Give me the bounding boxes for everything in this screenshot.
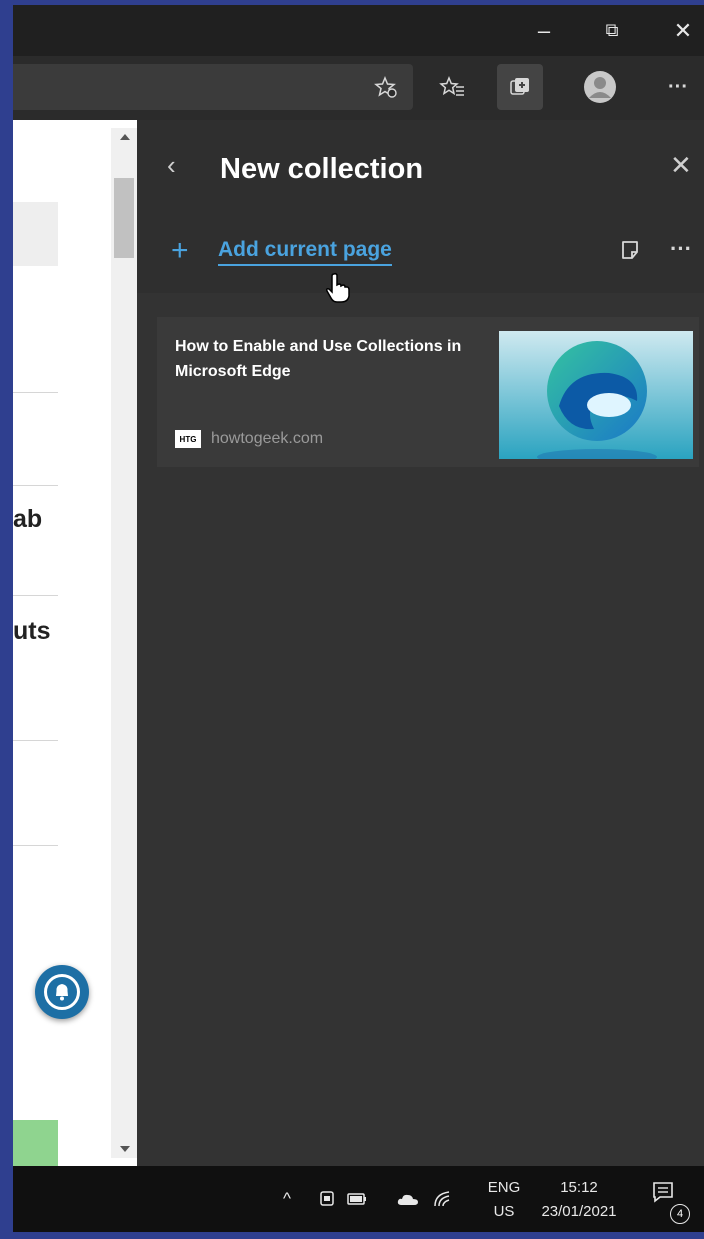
notification-icon (653, 1182, 673, 1203)
star-plus-icon (374, 76, 397, 98)
divider (13, 740, 58, 741)
clock[interactable]: 15:12 23/01/2021 (532, 1176, 626, 1224)
restore-icon: ⧉ (605, 20, 619, 40)
divider (13, 392, 58, 393)
onedrive-button[interactable] (397, 1166, 419, 1232)
chevron-up-icon: ^ (283, 1189, 291, 1208)
collection-item-source: HTG howtogeek.com (175, 430, 323, 448)
minimize-icon: – (537, 17, 551, 43)
bell-icon (56, 984, 68, 1001)
collections-button[interactable] (497, 64, 543, 110)
page-scrollbar[interactable] (111, 128, 137, 1158)
collections-icon (510, 78, 529, 95)
title-bar: – ⧉ ✕ (13, 5, 704, 56)
more-icon: ··· (670, 236, 692, 261)
close-panel-button[interactable]: ✕ (670, 150, 692, 181)
note-icon (622, 241, 638, 259)
show-hidden-icons-button[interactable]: ^ (283, 1166, 291, 1232)
meet-now-button[interactable] (318, 1166, 336, 1232)
divider (13, 485, 58, 486)
profile-avatar-icon (584, 71, 616, 103)
add-current-page-link[interactable]: Add current page (218, 238, 392, 266)
collection-item-card[interactable]: How to Enable and Use Collections in Mic… (157, 317, 699, 467)
scrollbar-thumb[interactable] (114, 178, 134, 258)
page-green-block (13, 1120, 58, 1166)
clock-time: 15:12 (560, 1179, 598, 1196)
plus-icon[interactable]: + (171, 236, 189, 266)
webpage-content: ab uts (13, 120, 137, 1166)
back-button[interactable]: ‹ (167, 150, 176, 181)
favorites-list-icon (439, 76, 464, 96)
action-center-button[interactable] (651, 1180, 675, 1209)
collections-panel: ‹ New collection ✕ + Add current page ··… (137, 120, 704, 1166)
add-note-button[interactable] (619, 239, 641, 266)
collection-item-title: How to Enable and Use Collections in Mic… (175, 338, 462, 380)
browser-toolbar: ··· (13, 56, 704, 120)
hand-cursor-icon (325, 272, 351, 309)
battery-icon (347, 1193, 366, 1205)
heading-fragment: uts (13, 617, 51, 645)
meet-now-icon (320, 1191, 334, 1206)
page-block (13, 202, 58, 266)
more-icon: ··· (668, 75, 688, 98)
close-icon: ✕ (670, 150, 692, 180)
scroll-up-icon[interactable] (120, 134, 130, 140)
browser-window: – ⧉ ✕ ··· ab uts ‹ New collection ✕ + Ad… (13, 5, 704, 1232)
clock-date: 23/01/2021 (541, 1203, 617, 1220)
edge-logo-thumbnail (499, 331, 693, 459)
divider (13, 595, 58, 596)
heading-fragment: ab (13, 505, 43, 533)
language-indicator[interactable]: ENG US (478, 1176, 530, 1224)
battery-button[interactable] (347, 1166, 367, 1232)
collections-panel-header: ‹ New collection ✕ + Add current page ··… (137, 120, 704, 303)
keyboard-region: US (493, 1203, 515, 1220)
profile-button[interactable] (577, 64, 623, 110)
restore-button[interactable]: ⧉ (589, 5, 635, 56)
wifi-button[interactable] (433, 1166, 453, 1232)
chevron-left-icon: ‹ (167, 150, 176, 180)
favorites-button[interactable] (429, 64, 475, 110)
cloud-icon (397, 1194, 418, 1205)
wifi-icon (434, 1191, 450, 1207)
settings-more-button[interactable]: ··· (655, 64, 701, 110)
address-bar[interactable] (13, 64, 413, 110)
notification-bell-button[interactable] (35, 965, 89, 1019)
notification-count-badge: 4 (670, 1204, 690, 1224)
scroll-down-icon[interactable] (120, 1146, 130, 1152)
collection-title[interactable]: New collection (220, 153, 423, 186)
collection-more-button[interactable]: ··· (670, 236, 692, 262)
divider (13, 845, 58, 846)
close-icon: ✕ (673, 17, 693, 43)
language-code: ENG (487, 1179, 521, 1196)
minimize-button[interactable]: – (521, 5, 567, 56)
site-favicon-icon: HTG (175, 430, 201, 448)
taskbar: ^ ENG US 15:12 23/01/2021 4 (13, 1166, 704, 1232)
add-favorite-button[interactable] (363, 64, 409, 110)
close-window-button[interactable]: ✕ (660, 5, 704, 56)
collection-item-site: howtogeek.com (211, 430, 324, 447)
